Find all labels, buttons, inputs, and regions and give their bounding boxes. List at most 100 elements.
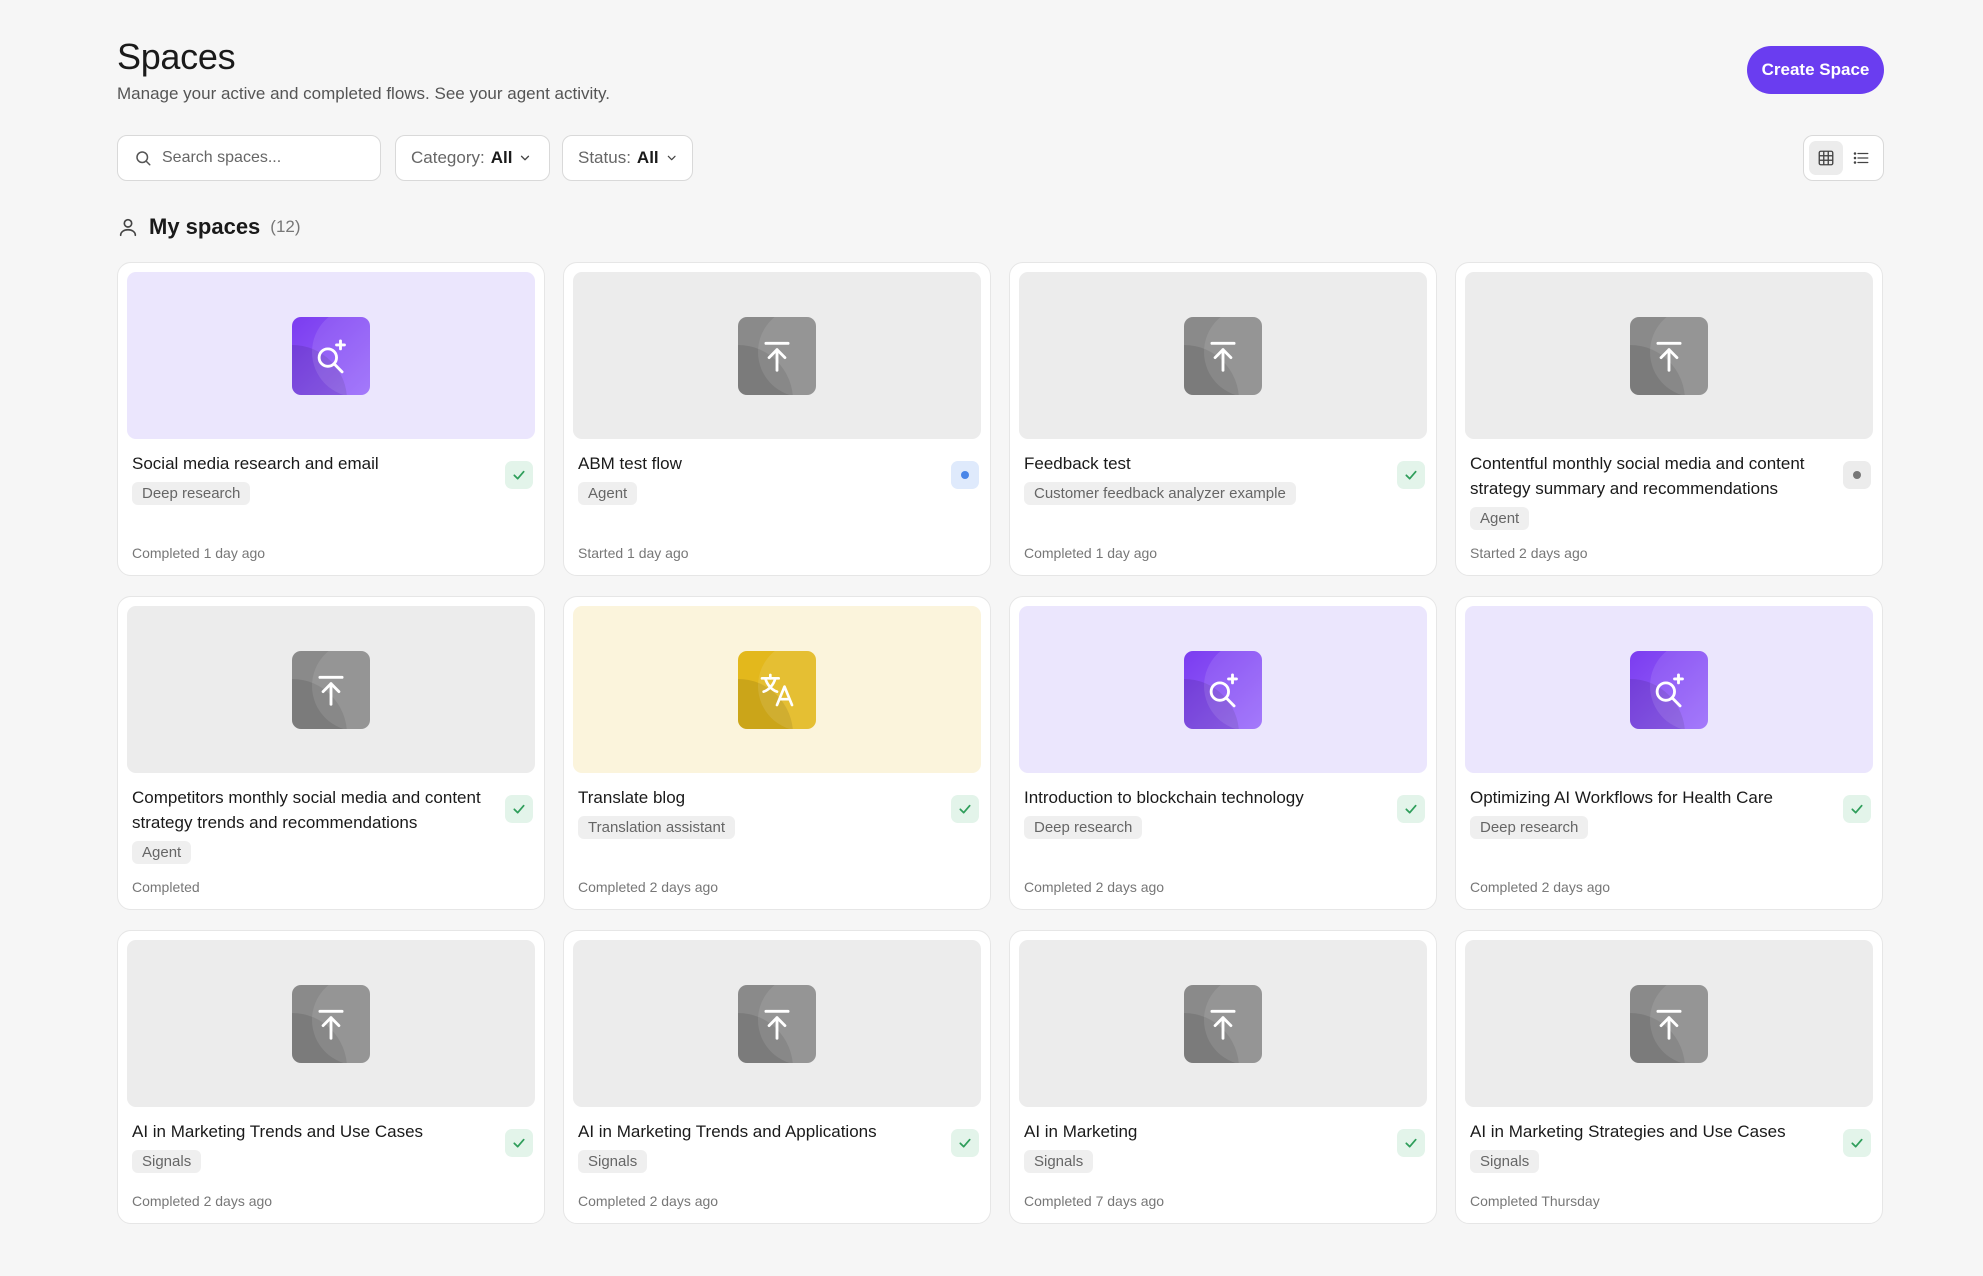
card-thumbnail bbox=[1465, 940, 1873, 1107]
card-tag: Signals bbox=[578, 1150, 648, 1173]
card-body: AI in Marketing Strategies and Use Cases… bbox=[1465, 1119, 1873, 1173]
card-thumbnail bbox=[127, 606, 535, 773]
category-filter[interactable]: Category: All bbox=[395, 135, 550, 181]
status-dot-icon bbox=[951, 461, 979, 489]
page-title: Spaces bbox=[117, 36, 236, 77]
card-title: Competitors monthly social media and con… bbox=[132, 788, 481, 832]
card-body: AI in Marketing Signals bbox=[1019, 1119, 1427, 1173]
create-space-button[interactable]: Create Space bbox=[1747, 46, 1884, 94]
grid-view-button[interactable] bbox=[1808, 141, 1843, 175]
space-card[interactable]: Optimizing AI Workflows for Health Care D… bbox=[1455, 596, 1883, 910]
translate-icon bbox=[738, 650, 816, 729]
card-thumbnail bbox=[1465, 606, 1873, 773]
card-title: Contentful monthly social media and cont… bbox=[1470, 454, 1805, 498]
status-check-icon bbox=[1843, 795, 1871, 823]
card-title: AI in Marketing Trends and Applications bbox=[578, 1122, 877, 1141]
card-body: Social media research and email Deep rese… bbox=[127, 451, 535, 505]
card-title: AI in Marketing Strategies and Use Cases bbox=[1470, 1122, 1786, 1141]
status-filter[interactable]: Status: All bbox=[562, 135, 693, 181]
status-check-icon bbox=[951, 795, 979, 823]
card-title: Feedback test bbox=[1024, 454, 1131, 473]
card-thumbnail bbox=[1019, 940, 1427, 1107]
category-filter-label: Category: bbox=[411, 148, 485, 167]
card-thumbnail bbox=[1019, 272, 1427, 439]
card-title: Introduction to blockchain technology bbox=[1024, 788, 1304, 807]
spaces-page: Spaces Manage your active and completed … bbox=[117, 0, 1884, 1224]
upload-icon bbox=[738, 316, 816, 395]
card-title: AI in Marketing bbox=[1024, 1122, 1138, 1141]
card-body: AI in Marketing Trends and Use Cases Sign… bbox=[127, 1119, 535, 1173]
card-tag: Agent bbox=[578, 482, 638, 505]
card-tag: Customer feedback analyzer example bbox=[1024, 482, 1296, 505]
search-icon bbox=[136, 151, 151, 166]
card-body: Contentful monthly social media and cont… bbox=[1465, 451, 1873, 530]
card-thumbnail bbox=[127, 272, 535, 439]
section-title: My spaces bbox=[149, 214, 261, 239]
card-tag: Signals bbox=[132, 1150, 202, 1173]
card-thumbnail bbox=[1465, 272, 1873, 439]
space-card[interactable]: Contentful monthly social media and cont… bbox=[1455, 262, 1883, 576]
card-status-text: Completed 2 days ago bbox=[132, 1193, 273, 1209]
card-tag: Agent bbox=[1470, 507, 1530, 530]
status-filter-label: Status: bbox=[578, 148, 631, 167]
status-check-icon bbox=[1843, 1129, 1871, 1157]
space-card[interactable]: AI in Marketing Trends and Applications S… bbox=[563, 930, 991, 1224]
space-card[interactable]: Introduction to blockchain technology Dee… bbox=[1009, 596, 1437, 910]
user-icon bbox=[119, 218, 137, 237]
card-status-text: Completed Thursday bbox=[1470, 1193, 1600, 1209]
grid-icon bbox=[1818, 150, 1834, 166]
card-title: Translate blog bbox=[578, 788, 686, 807]
card-status-text: Completed 2 days ago bbox=[578, 1193, 719, 1209]
card-thumbnail bbox=[1019, 606, 1427, 773]
space-card[interactable]: Competitors monthly social media and con… bbox=[117, 596, 545, 910]
card-tag: Deep research bbox=[132, 482, 251, 505]
toolbar: Category: All Status: All bbox=[117, 135, 1884, 181]
page-subtitle: Manage your active and completed flows. … bbox=[117, 84, 610, 103]
search-sparkle-icon bbox=[1184, 650, 1262, 729]
card-status-text: Completed 1 day ago bbox=[132, 545, 266, 561]
my-spaces-header: My spaces (12) bbox=[117, 212, 301, 242]
card-body: AI in Marketing Trends and Applications S… bbox=[573, 1119, 981, 1173]
search-input[interactable] bbox=[162, 149, 362, 167]
card-status-text: Completed 1 day ago bbox=[1024, 545, 1158, 561]
card-thumbnail bbox=[573, 940, 981, 1107]
search-sparkle-icon bbox=[1630, 650, 1708, 729]
card-tag: Signals bbox=[1470, 1150, 1540, 1173]
space-card[interactable]: Feedback test Customer feedback analyzer … bbox=[1009, 262, 1437, 576]
card-status-text: Started 1 day ago bbox=[578, 545, 689, 561]
card-status-text: Completed 7 days ago bbox=[1024, 1193, 1165, 1209]
chevron-down-icon bbox=[521, 155, 530, 161]
view-toggle bbox=[1803, 135, 1884, 181]
upload-icon bbox=[292, 984, 370, 1063]
space-card[interactable]: Translate blog Translation assistant Compl… bbox=[563, 596, 991, 910]
upload-icon bbox=[1630, 984, 1708, 1063]
space-card[interactable]: AI in Marketing Strategies and Use Cases… bbox=[1455, 930, 1883, 1224]
status-check-icon bbox=[1397, 795, 1425, 823]
list-view-button[interactable] bbox=[1844, 141, 1878, 175]
space-card[interactable]: AI in Marketing Signals Completed 7 days a… bbox=[1009, 930, 1437, 1224]
space-card[interactable]: AI in Marketing Trends and Use Cases Sign… bbox=[117, 930, 545, 1224]
spaces-grid: Social media research and email Deep rese… bbox=[117, 262, 1884, 1224]
upload-icon bbox=[1630, 316, 1708, 395]
upload-icon bbox=[1184, 984, 1262, 1063]
status-check-icon bbox=[1397, 461, 1425, 489]
card-title: Optimizing AI Workflows for Health Care bbox=[1470, 788, 1773, 807]
search-box[interactable] bbox=[117, 135, 381, 181]
card-body: Optimizing AI Workflows for Health Care D… bbox=[1465, 785, 1873, 839]
space-card[interactable]: Social media research and email Deep rese… bbox=[117, 262, 545, 576]
card-tag: Deep research bbox=[1024, 816, 1143, 839]
card-body: ABM test flow Agent bbox=[573, 451, 981, 505]
card-tag: Deep research bbox=[1470, 816, 1589, 839]
card-title: AI in Marketing Trends and Use Cases bbox=[132, 1122, 424, 1141]
card-status-text: Completed 2 days ago bbox=[578, 879, 719, 895]
status-dot-icon bbox=[1843, 461, 1871, 489]
card-status-text: Completed 2 days ago bbox=[1024, 879, 1165, 895]
status-check-icon bbox=[505, 461, 533, 489]
card-thumbnail bbox=[573, 272, 981, 439]
upload-icon bbox=[292, 650, 370, 729]
status-check-icon bbox=[505, 795, 533, 823]
card-body: Translate blog Translation assistant bbox=[573, 785, 981, 839]
card-status-text: Completed 2 days ago bbox=[1470, 879, 1611, 895]
card-status-text: Started 2 days ago bbox=[1470, 545, 1588, 561]
space-card[interactable]: ABM test flow Agent Started 1 day ago bbox=[563, 262, 991, 576]
